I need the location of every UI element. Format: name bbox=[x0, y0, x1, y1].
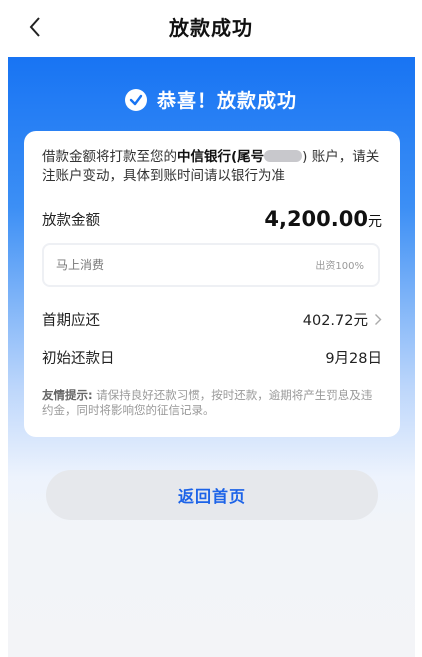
first-repay-label: 首期应还 bbox=[42, 313, 100, 329]
lender-share: 出资100% bbox=[315, 261, 364, 272]
friendly-tip: 友情提示: 请保持良好还款习惯，按时还款，逾期将产生罚息及违约金，同时将影响您的… bbox=[42, 388, 382, 418]
first-repay-value: 402.72元 bbox=[302, 313, 368, 329]
return-home-button[interactable]: 返回首页 bbox=[46, 470, 378, 520]
loan-amount-value: 4,200.00元 bbox=[264, 207, 382, 231]
loan-amount-number: 4,200.00 bbox=[264, 207, 368, 231]
bank-name: 中信银行(尾号 bbox=[177, 149, 265, 165]
initial-date-row: 初始还款日 9月28日 bbox=[42, 347, 382, 368]
loan-amount-row: 放款金额 4,200.00元 bbox=[42, 207, 382, 231]
loan-amount-label: 放款金额 bbox=[42, 212, 100, 229]
notice-prefix: 借款金额将打款至您的 bbox=[42, 149, 177, 165]
masked-account-number bbox=[264, 150, 303, 162]
transfer-notice: 借款金额将打款至您的中信银行(尾号) 账户，请关注账户变动，具体到账时间请以银行… bbox=[42, 148, 382, 186]
loan-amount-unit: 元 bbox=[368, 214, 382, 230]
top-bar: 放款成功 bbox=[0, 0, 422, 56]
lender-name: 马上消费 bbox=[56, 258, 105, 272]
first-repay-value-wrap: 402.72元 bbox=[303, 309, 382, 330]
loan-detail-card: 借款金额将打款至您的中信银行(尾号) 账户，请关注账户变动，具体到账时间请以银行… bbox=[24, 131, 400, 437]
chevron-right-icon bbox=[375, 314, 382, 325]
check-circle-icon bbox=[124, 88, 147, 111]
initial-date-label: 初始还款日 bbox=[42, 351, 115, 367]
initial-date-value: 9月28日 bbox=[325, 351, 382, 367]
success-text: 恭喜！放款成功 bbox=[156, 90, 297, 112]
first-repay-row[interactable]: 首期应还 402.72元 bbox=[42, 309, 382, 330]
page-title: 放款成功 bbox=[169, 16, 253, 40]
tip-label: 友情提示: bbox=[42, 388, 93, 402]
success-banner: 恭喜！放款成功 bbox=[0, 86, 422, 113]
lender-box: 马上消费 出资100% bbox=[42, 243, 380, 287]
